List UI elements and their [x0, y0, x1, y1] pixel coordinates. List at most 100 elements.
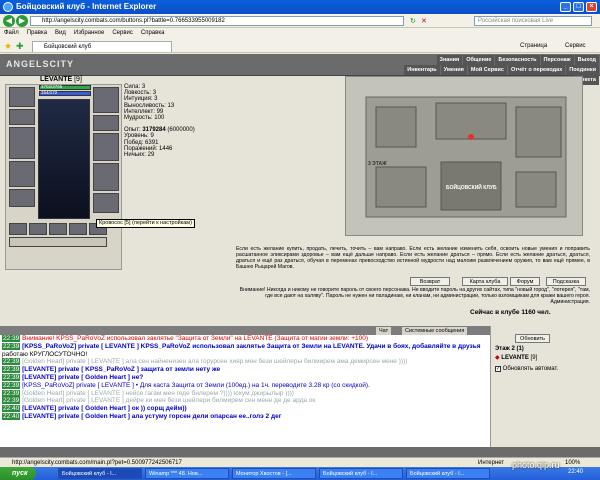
chat-time[interactable]: 22:39 [2, 342, 21, 350]
hint-button[interactable]: Подсказка [546, 277, 586, 286]
search-input[interactable]: Российская поисковая Live [474, 16, 592, 26]
stop-icon[interactable]: ✕ [421, 17, 427, 25]
refresh-icon[interactable]: ↻ [410, 17, 416, 25]
character-name[interactable]: LEVANTE [9] [40, 76, 82, 83]
chat-text: [Golden Heart] private [ LEVANTE ] ала с… [22, 358, 408, 366]
auto-refresh-option[interactable]: ✓ Обновлять автомат. [495, 366, 558, 372]
chat-message: 22:40 [LEVANTE] private [ Golden Heart ]… [2, 405, 490, 413]
game-banner: ANGELSCITY Знания Общение Безопасность Перс… [0, 54, 600, 85]
menu-help[interactable]: Справка [137, 28, 169, 39]
amulet-slot[interactable] [9, 109, 35, 125]
chat-text: Внимание! KPSS_PaRoVoZ использовал закля… [22, 335, 369, 342]
task-item[interactable]: Бойцовский клуб - I... [319, 468, 403, 479]
task-item[interactable]: Бойцовский клуб - I... [58, 468, 142, 479]
menu-file[interactable]: Файл [0, 28, 23, 39]
tab-system[interactable]: Системные сообщения [402, 327, 468, 335]
nav-knowledge[interactable]: Знания [436, 55, 463, 65]
earring-slot[interactable] [93, 87, 119, 113]
player-level: [9] [530, 355, 538, 361]
ring-slot-1[interactable] [9, 223, 27, 235]
task-item[interactable]: Winamp *** 48. Нов... [145, 468, 229, 479]
chat-text: [KPSS_PaRoVoZ] private [ LEVANTE ] • Для… [22, 381, 370, 389]
nav-service[interactable]: Мой Сервис [467, 65, 507, 75]
forward-button[interactable]: ▶ [16, 15, 28, 27]
nav-exit[interactable]: Выход [574, 55, 599, 65]
nav-transfers[interactable]: Отчёт о переводах [507, 65, 566, 75]
chat-text: [Golden Heart] private [ LEVANTE ] дейре… [22, 397, 316, 405]
return-button[interactable]: Возврат [410, 277, 450, 286]
chat-time[interactable]: 22:40 [2, 412, 21, 420]
menu-edit[interactable]: Правка [23, 28, 51, 39]
menu-favorites[interactable]: Избранное [70, 28, 108, 39]
status-bar: http://angelscity.combats.com/main.pl?pe… [0, 457, 600, 467]
url-input[interactable]: http://angelscity.combats.com/buttons.pl… [30, 16, 404, 26]
chat-message: 22:39 Внимание! KPSS_PaRoVoZ использовал… [2, 335, 490, 343]
chat-text: [LEVANTE] private [ Golden Heart ] не? [22, 373, 144, 381]
club-map-button[interactable]: Карта клуба [462, 277, 508, 286]
map-floor-label: 3 ЭТАЖ [368, 161, 387, 167]
chat-time[interactable]: 22:39 [2, 397, 21, 405]
spell-slot-1[interactable] [69, 223, 87, 235]
shield-slot[interactable] [93, 133, 119, 161]
gloves-slot[interactable] [93, 115, 119, 131]
task-item[interactable]: Монитор Хвостов - [... [232, 468, 316, 479]
char-level: [9] [74, 76, 82, 83]
chat-time[interactable]: 22:40 [2, 405, 21, 413]
nav-character[interactable]: Персонаж [540, 55, 574, 65]
status-url: http://angelscity.combats.com/main.pl?pe… [12, 460, 182, 466]
ring-slot-2[interactable] [29, 223, 47, 235]
auto-refresh-checkbox[interactable]: ✓ [495, 366, 501, 372]
maximize-button[interactable]: □ [573, 2, 584, 12]
chat-message: 22:39 [LEVANTE] private [ Golden Heart ]… [2, 373, 490, 382]
admin-signature: Администрация. [550, 299, 590, 305]
nav-security[interactable]: Безопасность [495, 55, 540, 65]
menu-view[interactable]: Вид [51, 28, 70, 39]
spell-row[interactable] [9, 237, 107, 247]
chat-log: 22:39 Внимание! KPSS_PaRoVoZ использовал… [0, 335, 490, 447]
favorites-star-icon[interactable]: ★ [4, 41, 12, 52]
character-avatar[interactable] [38, 99, 90, 219]
armor-slot[interactable] [9, 161, 35, 187]
back-button[interactable]: ◀ [3, 15, 15, 27]
chat-time[interactable]: 22:39 [2, 373, 21, 381]
tab-chat[interactable]: Чат [376, 327, 392, 335]
nav-social[interactable]: Общение [463, 55, 495, 65]
tools-menu[interactable]: Сервис [565, 42, 586, 51]
chat-time[interactable]: 22:39 [2, 366, 21, 374]
club-map[interactable]: 3 ЭТАЖ БОЙЦОВСКИЙ КЛУБ [345, 76, 583, 236]
game-logo: ANGELSCITY [6, 59, 75, 69]
start-button[interactable]: пуск [0, 467, 36, 480]
weapon-slot[interactable] [9, 127, 35, 159]
boots-slot[interactable] [93, 193, 119, 213]
chat-time[interactable]: 22:39 [2, 335, 21, 342]
leggings-slot[interactable] [93, 163, 119, 191]
tab-bar: ★ ✚ Бойцовский клуб Страница Сервис [0, 39, 600, 53]
chat-time[interactable]: 22:39 [2, 381, 21, 389]
map-image [346, 77, 582, 235]
menu-tools[interactable]: Сервис [108, 28, 137, 39]
nav-inventory[interactable]: Инвентарь [404, 65, 440, 75]
player-entry[interactable]: ◆ LEVANTE [9] [495, 354, 537, 361]
add-favorite-icon[interactable]: ✚ [16, 41, 24, 52]
chat-text: [LEVANTE] private [ KPSS_PaRoVoZ ] защит… [22, 366, 221, 374]
chat-time[interactable]: 22:39 [2, 358, 21, 366]
ring-slot-3[interactable] [49, 223, 67, 235]
nav-skills[interactable]: Умения [440, 65, 467, 75]
forum-button[interactable]: Форум [510, 277, 540, 286]
minimize-button[interactable]: _ [560, 2, 571, 12]
nav-battles[interactable]: Поединки [566, 65, 599, 75]
page-menu[interactable]: Страница [520, 42, 547, 51]
belt-slot[interactable] [9, 189, 35, 207]
watermark: photo.qip.ru [512, 460, 560, 470]
refresh-button[interactable]: Обновить [515, 334, 550, 343]
chat-message: 22:39 [Golden Heart] private [ LEVANTE ]… [2, 397, 490, 405]
tab-active[interactable]: Бойцовский клуб [32, 41, 172, 52]
close-button[interactable]: × [586, 2, 597, 12]
helmet-slot[interactable] [9, 87, 35, 107]
chat-message: 22:39 [Golden Heart] private [ LEVANTE ]… [2, 358, 490, 366]
map-club-label: БОЙЦОВСКИЙ КЛУБ [446, 185, 497, 191]
task-item[interactable]: Бойцовский клуб - I... [406, 468, 490, 479]
warning-text: Внимание! Никогда и никому не говорите п… [239, 287, 590, 299]
chat-time[interactable]: 22:39 [2, 389, 21, 397]
chat-text: [Golden Heart] private [ LEVANTE ] нейсе… [22, 389, 294, 397]
